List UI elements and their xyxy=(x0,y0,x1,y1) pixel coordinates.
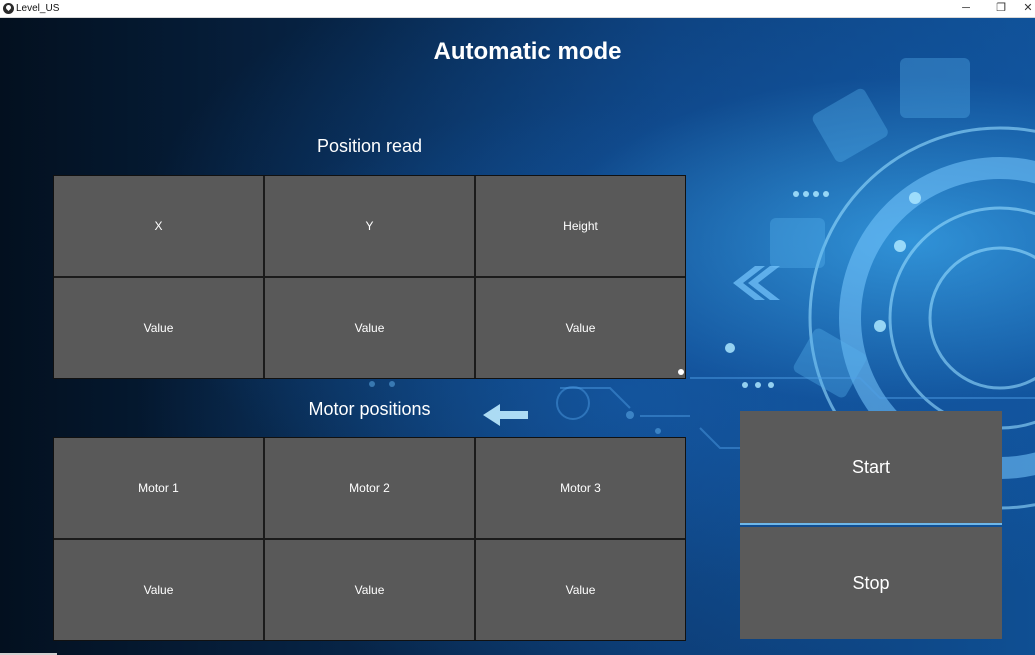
position-header-y: Y xyxy=(265,176,474,276)
window-titlebar: Level_US ─ ❐ ✕ xyxy=(0,0,1035,18)
motor-positions-title: Motor positions xyxy=(308,399,431,419)
motor-value-3: Value xyxy=(476,540,685,640)
motor-value-1: Value xyxy=(54,540,263,640)
position-read-title: Position read xyxy=(316,136,423,156)
motor-value-2: Value xyxy=(265,540,474,640)
restore-button[interactable]: ❐ xyxy=(986,0,1016,18)
position-value-x: Value xyxy=(54,278,263,378)
motor-header-2: Motor 2 xyxy=(265,438,474,538)
app-logo-icon xyxy=(3,3,14,14)
start-button[interactable]: Start xyxy=(740,411,1002,525)
position-read-table: X Y Height Value Value Value xyxy=(53,175,686,379)
position-header-x: X xyxy=(54,176,263,276)
motor-header-3: Motor 3 xyxy=(476,438,685,538)
position-header-height: Height xyxy=(476,176,685,276)
page-title: Automatic mode xyxy=(433,38,622,65)
motor-header-1: Motor 1 xyxy=(54,438,263,538)
position-value-height: Value xyxy=(476,278,685,378)
resize-handle[interactable] xyxy=(678,369,684,375)
position-value-y: Value xyxy=(265,278,474,378)
motor-positions-table: Motor 1 Motor 2 Motor 3 Value Value Valu… xyxy=(53,437,686,641)
minimize-button[interactable]: ─ xyxy=(951,0,981,18)
window-title: Level_US xyxy=(16,3,60,14)
stop-button[interactable]: Stop xyxy=(740,527,1002,639)
close-button[interactable]: ✕ xyxy=(1021,0,1035,18)
